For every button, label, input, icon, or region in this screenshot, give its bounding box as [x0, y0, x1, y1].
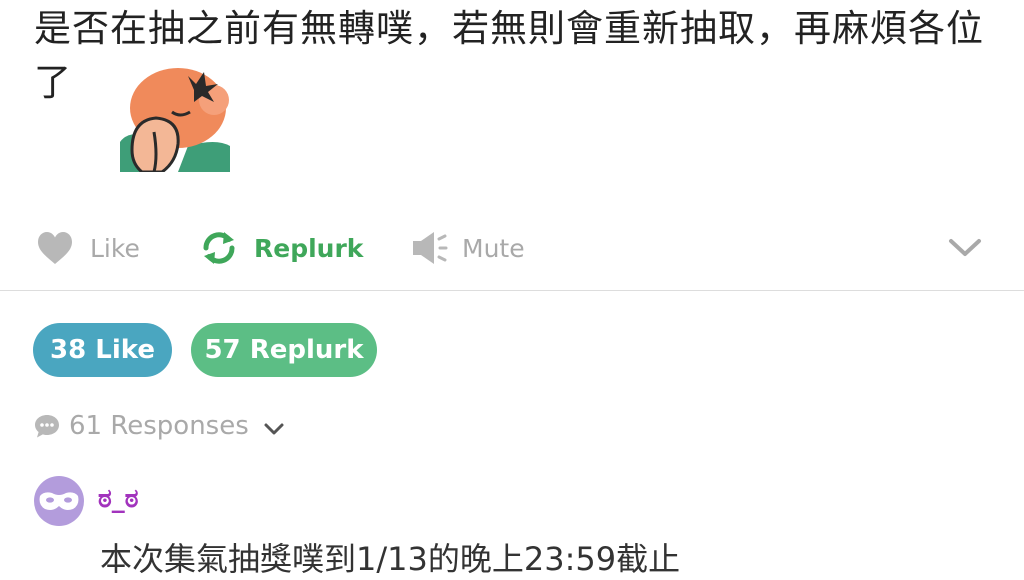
chevron-down-icon: [264, 423, 284, 435]
responses-count: 61 Responses: [69, 411, 249, 441]
reply-username[interactable]: ಠ_ಠ: [98, 484, 139, 515]
reply-text: 本次集氣抽獎噗到1/13的晚上23:59截止: [100, 540, 681, 578]
like-count-badge[interactable]: 38 Like: [33, 323, 172, 377]
mask-avatar-icon: [39, 492, 79, 510]
replurk-label: Replurk: [254, 233, 364, 263]
chevron-down-icon: [949, 239, 981, 256]
sticker-image: [120, 68, 230, 172]
speaker-mute-icon: [413, 232, 448, 264]
like-label: Like: [90, 233, 140, 263]
responses-toggle[interactable]: 61 Responses: [33, 404, 285, 448]
mute-button[interactable]: Mute: [412, 222, 525, 274]
replurk-arrows-icon: [203, 232, 235, 264]
replurk-button[interactable]: Replurk: [200, 222, 363, 274]
divider: [0, 290, 1024, 291]
speech-bubble-icon: [35, 415, 59, 438]
like-button[interactable]: Like: [36, 222, 140, 274]
replurk-count-badge[interactable]: 57 Replurk: [191, 323, 377, 377]
action-bar: Like Replurk Mute: [0, 222, 1024, 274]
avatar[interactable]: [34, 476, 84, 526]
expand-button[interactable]: [948, 222, 982, 274]
heart-icon: [38, 232, 72, 264]
mute-label: Mute: [462, 233, 525, 263]
